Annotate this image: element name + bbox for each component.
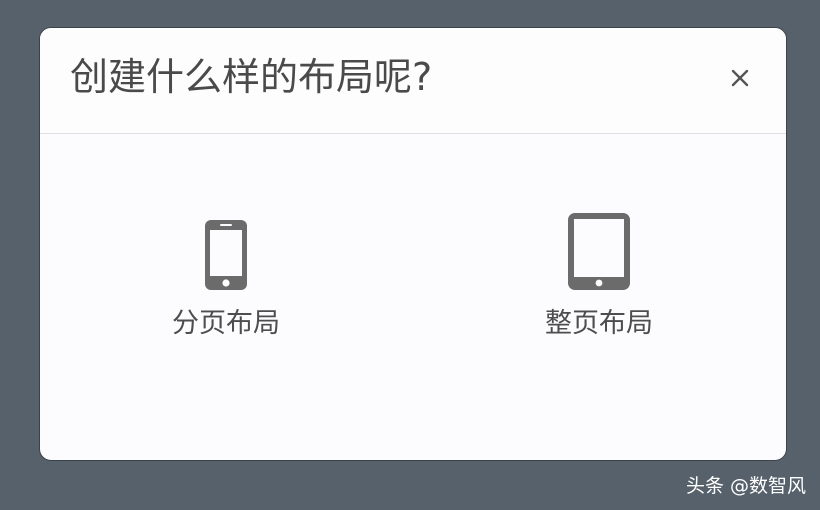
dialog-header: 创建什么样的布局呢? — [40, 28, 786, 134]
close-button[interactable] — [724, 62, 756, 94]
layout-dialog: 创建什么样的布局呢? 分页布局 整页布局 — [39, 27, 787, 461]
paged-layout-label: 分页布局 — [172, 308, 280, 339]
full-page-layout-label: 整页布局 — [545, 308, 653, 339]
phone-icon — [205, 220, 247, 290]
paged-layout-option[interactable]: 分页布局 — [126, 219, 326, 341]
watermark-text: 头条 @数智风 — [685, 475, 806, 497]
tablet-icon — [568, 213, 630, 290]
dialog-title: 创建什么样的布局呢? — [70, 55, 433, 99]
full-page-layout-option[interactable]: 整页布局 — [499, 212, 699, 341]
close-icon — [731, 69, 749, 87]
